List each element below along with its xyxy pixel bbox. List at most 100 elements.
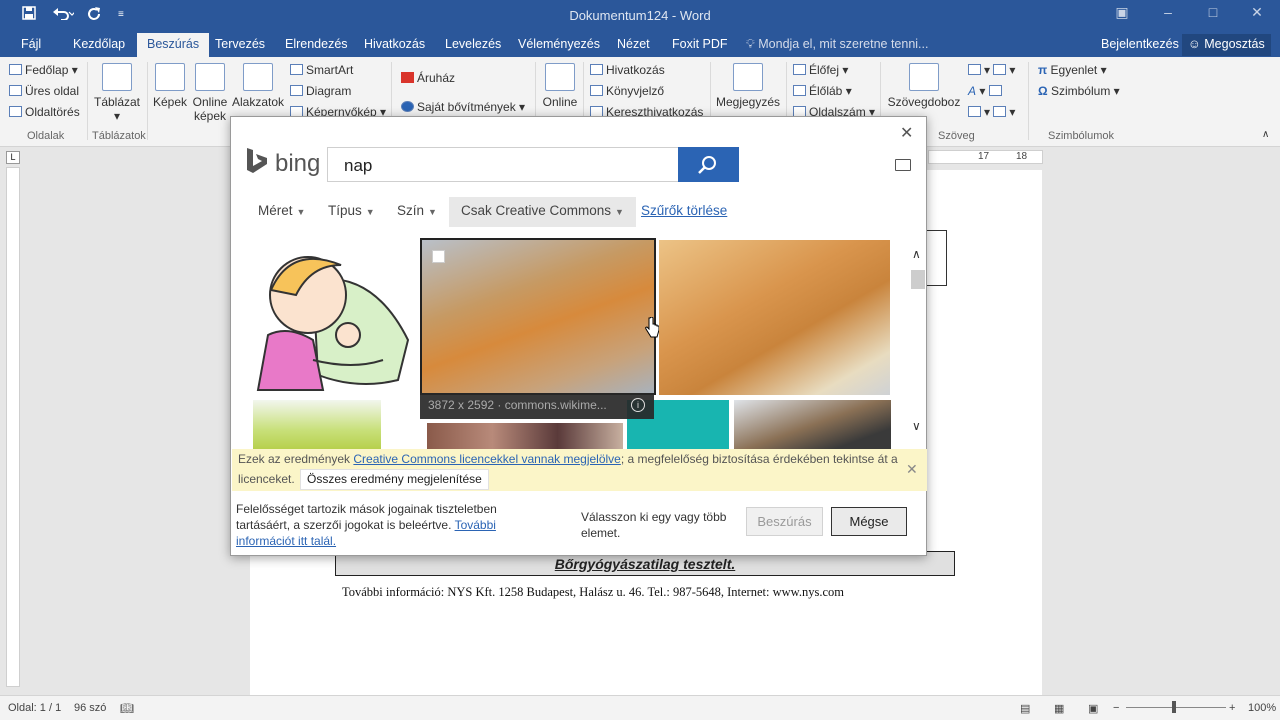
search-button[interactable] (678, 147, 739, 182)
filter-type[interactable]: Típus ▼ (328, 203, 375, 218)
zoom-out-icon[interactable]: − (1113, 702, 1119, 714)
cc-license-link[interactable]: Creative Commons licencekkel vannak megj… (353, 452, 620, 466)
minimize-icon[interactable]: – (1157, 4, 1179, 26)
page-break-button[interactable]: Oldaltörés (9, 105, 80, 119)
feedback-icon[interactable] (895, 159, 911, 171)
show-all-results-button[interactable]: Összes eredmény megjelenítése (300, 469, 489, 490)
smartart-button[interactable]: SmartArt (290, 63, 353, 77)
zoom-slider-track[interactable] (1126, 707, 1226, 708)
legal-text: Felelősséget tartozik mások jogainak tis… (236, 501, 506, 549)
chart-button[interactable]: Diagram (290, 84, 351, 98)
cover-page-button[interactable]: Fedőlap ▾ (9, 63, 78, 77)
sign-in-link[interactable]: Bejelentkezés (1101, 37, 1179, 51)
tab-view[interactable]: Nézet (617, 37, 650, 51)
comment-button[interactable]: Megjegyzés (714, 63, 782, 109)
chart-label: Diagram (306, 84, 352, 98)
status-bar: Oldal: 1 / 1 96 szó 📖︎ ▤ ▦ ▣ − + 100% (0, 695, 1280, 720)
proofing-icon[interactable]: 📖︎ (120, 702, 134, 715)
shapes-button[interactable]: Alakzatok (230, 63, 286, 109)
blank-page-button[interactable]: Üres oldal (9, 84, 79, 98)
ribbon-tabs: Fájl Kezdőlap Beszúrás Tervezés Elrendez… (0, 32, 1280, 57)
filter-cc-label: Csak Creative Commons (461, 203, 612, 218)
share-button[interactable]: ☺︎ Megosztás (1182, 34, 1271, 56)
scroll-up-icon[interactable]: ∧ (912, 247, 921, 261)
tab-file[interactable]: Fájl (21, 37, 41, 51)
filter-creative-commons[interactable]: Csak Creative Commons ▼ (449, 197, 636, 227)
tab-home[interactable]: Kezdőlap (73, 37, 125, 51)
tab-foxit[interactable]: Foxit PDF (672, 37, 728, 51)
search-input[interactable]: nap (327, 147, 679, 182)
drop-cap-glyph-icon (968, 106, 981, 117)
text-box-button[interactable]: Szövegdoboz (886, 63, 962, 109)
wordart-icon[interactable]: A ▾ (968, 84, 1005, 98)
omega-icon: Ω (1038, 84, 1048, 98)
zoom-level[interactable]: 100% (1248, 702, 1276, 714)
symbol-label: Szimbólum (1050, 84, 1111, 98)
select-checkbox[interactable] (432, 250, 445, 263)
symbol-button[interactable]: Ω Szimbólum ▾ (1038, 84, 1120, 98)
ribbon-display-icon[interactable]: ▣ (1111, 4, 1133, 26)
word-count[interactable]: 96 szó (74, 702, 106, 714)
read-mode-icon[interactable]: ▤ (1020, 702, 1030, 715)
store-button[interactable]: Áruház (401, 71, 455, 85)
online-video-button[interactable]: Online (540, 63, 580, 109)
print-layout-icon[interactable]: ▦ (1054, 702, 1064, 715)
result-image-5[interactable] (427, 423, 623, 450)
pictures-label: Képek (152, 95, 188, 109)
cancel-button[interactable]: Mégse (831, 507, 907, 536)
close-window-icon[interactable]: ✕ (1246, 4, 1268, 26)
header-button[interactable]: Élőfej ▾ (793, 63, 848, 77)
page-break-icon (9, 106, 22, 117)
online-pictures-button[interactable]: Online képek (190, 63, 230, 123)
result-image-cat-2[interactable] (659, 240, 890, 395)
group-pages: Oldalak (27, 130, 65, 142)
info-icon[interactable]: i (631, 398, 645, 412)
my-addins-button[interactable]: Saját bővítmények ▾ (401, 100, 525, 114)
wordart-glyph-icon: A (968, 84, 977, 98)
insert-button[interactable]: Beszúrás (746, 507, 823, 536)
my-addins-label: Saját bővítmények (417, 100, 516, 114)
tab-layout[interactable]: Elrendezés (285, 37, 348, 51)
tab-design[interactable]: Tervezés (215, 37, 265, 51)
table-button[interactable]: Táblázat ▾ (92, 63, 142, 123)
date-time-icon (988, 85, 1002, 96)
filter-color[interactable]: Szín ▼ (397, 203, 437, 218)
tab-review[interactable]: Véleményezés (518, 37, 600, 51)
drop-cap-icon[interactable]: ▾ ▾ (968, 105, 1015, 119)
quick-parts-icon[interactable]: ▾ ▾ (968, 63, 1015, 77)
document-frame (926, 230, 947, 286)
signature-line-icon (993, 64, 1007, 75)
result-image-7[interactable] (734, 400, 891, 450)
pictures-button[interactable]: Képek (151, 63, 189, 109)
tab-mailings[interactable]: Levelezés (445, 37, 501, 51)
zoom-in-icon[interactable]: + (1229, 702, 1235, 714)
store-label: Áruház (417, 71, 456, 85)
tell-me-box[interactable]: 💡︎ Mondja el, mit szeretne tenni... (746, 37, 928, 52)
vertical-ruler: L (0, 147, 27, 695)
page-count[interactable]: Oldal: 1 / 1 (8, 702, 61, 714)
result-image-4[interactable] (253, 400, 381, 450)
scrollbar-thumb[interactable] (911, 270, 925, 289)
clear-filters-link[interactable]: Szűrők törlése (641, 203, 727, 218)
collapse-ribbon-icon[interactable]: ∧ (1262, 129, 1269, 140)
license-notice: Ezek az eredmények Creative Commons lice… (232, 449, 927, 491)
filter-size[interactable]: Méret ▼ (258, 203, 305, 218)
hyperlink-button[interactable]: Hivatkozás (590, 63, 665, 77)
tab-selector-icon[interactable]: L (6, 151, 20, 164)
web-layout-icon[interactable]: ▣ (1088, 702, 1098, 715)
image-info-tooltip: 3872 x 2592 · commons.wikime... i (420, 393, 654, 419)
tab-references[interactable]: Hivatkozás (364, 37, 425, 51)
footer-button[interactable]: Élőláb ▾ (793, 84, 852, 98)
bookmark-button[interactable]: Könyvjelző (590, 84, 664, 98)
close-icon[interactable]: ✕ (900, 123, 913, 143)
result-image-cartoon[interactable] (253, 240, 415, 395)
tab-insert[interactable]: Beszúrás (137, 33, 210, 57)
group-tables: Táblázatok (92, 130, 146, 142)
zoom-slider-thumb[interactable] (1172, 701, 1176, 713)
close-notice-icon[interactable]: ✕ (906, 460, 918, 479)
result-image-cat-1[interactable] (420, 238, 656, 395)
maximize-icon[interactable]: □ (1202, 4, 1224, 26)
comment-label: Megjegyzés (715, 95, 781, 109)
scroll-down-icon[interactable]: ∨ (912, 419, 921, 433)
equation-button[interactable]: π Egyenlet ▾ (1038, 63, 1107, 77)
